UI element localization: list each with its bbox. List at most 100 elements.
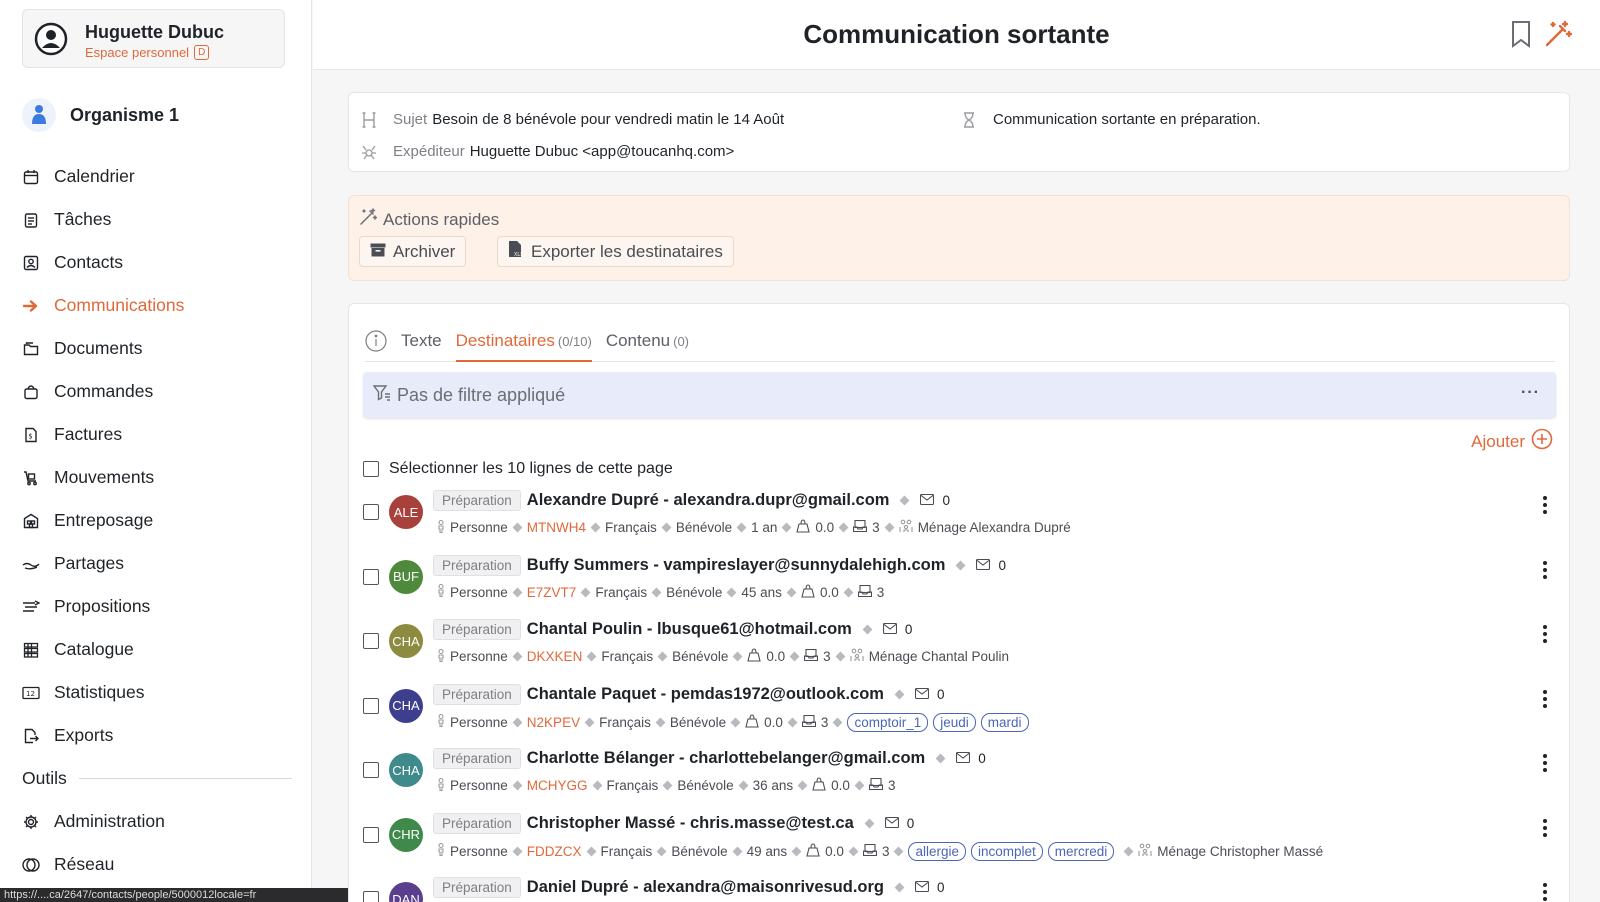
row-checkbox[interactable]	[363, 504, 379, 520]
sidebar-item-documents[interactable]: Documents	[22, 327, 292, 370]
row-menu-icon[interactable]	[1543, 687, 1547, 711]
sidebar-item-reseau[interactable]: Réseau	[22, 843, 292, 886]
household[interactable]: Ménage Christopher Massé	[1157, 844, 1323, 859]
item-count: 3	[820, 714, 829, 730]
household-icon	[1138, 843, 1152, 860]
household-icon	[850, 648, 864, 665]
org-switcher[interactable]: Organisme 1	[22, 98, 179, 132]
age: 45 ans	[741, 584, 782, 600]
select-all-row[interactable]: Sélectionner les 10 lignes de cette page	[363, 460, 673, 478]
recipient-name[interactable]: Christopher Massé - chris.masse@test.ca	[527, 814, 854, 833]
archive-button[interactable]: Archiver	[359, 236, 467, 267]
list-item[interactable]: CHA Préparation Chantal Poulin - lbusque…	[349, 616, 1571, 681]
tag-chip[interactable]: mercredi	[1047, 841, 1115, 861]
row-checkbox[interactable]	[363, 762, 379, 778]
row-checkbox[interactable]	[363, 568, 379, 585]
status-badge: Préparation	[433, 877, 521, 898]
sidebar-item-mouvements[interactable]: Mouvements	[22, 456, 292, 499]
row-menu-icon[interactable]	[1543, 880, 1547, 902]
row-menu-icon[interactable]	[1543, 622, 1547, 646]
contact-code[interactable]: DKXKEN	[527, 649, 583, 664]
household[interactable]: Ménage Alexandra Dupré	[918, 520, 1071, 535]
invoice-icon: $	[22, 426, 40, 444]
sidebar-item-contacts[interactable]: Contacts	[22, 241, 292, 284]
sidebar-item-catalogue[interactable]: Catalogue	[22, 628, 292, 671]
row-checkbox[interactable]	[363, 633, 379, 649]
row-menu-icon[interactable]	[1543, 558, 1547, 582]
sidebar-item-statistiques[interactable]: 12 Statistiques	[22, 671, 292, 714]
filter-bar[interactable]: Pas de filtre appliqué ···	[363, 372, 1556, 418]
contact-code[interactable]: N2KPEV	[527, 715, 580, 730]
contact-code[interactable]: MCHYGG	[527, 778, 588, 793]
tab-contenu[interactable]: Contenu (0)	[606, 324, 689, 362]
contact-code[interactable]: MTNWH4	[527, 520, 586, 535]
recipient-name[interactable]: Daniel Dupré - alexandra@maisonrivesud.o…	[527, 878, 884, 897]
row-menu-icon[interactable]	[1543, 493, 1547, 517]
mail-count: 0	[937, 880, 945, 895]
bookmark-icon[interactable]	[1510, 20, 1532, 53]
recipient-name[interactable]: Buffy Summers - vampireslayer@sunnydaleh…	[527, 556, 946, 575]
more-options-icon[interactable]: ···	[1521, 384, 1540, 402]
user-space[interactable]: Espace personnel D	[85, 45, 210, 60]
list-item[interactable]: ALE Préparation Alexandre Dupré - alexan…	[349, 487, 1571, 552]
recipient-name[interactable]: Chantale Paquet - pemdas1972@outlook.com	[527, 685, 884, 704]
user-card[interactable]: Huguette Dubuc Espace personnel D	[22, 9, 285, 68]
sidebar-item-taches[interactable]: Tâches	[22, 198, 292, 241]
magic-wand-icon[interactable]	[1544, 20, 1573, 53]
nav-section-label: Outils	[22, 768, 67, 788]
sidebar-item-exports[interactable]: Exports	[22, 714, 292, 757]
age: 1 an	[751, 520, 778, 535]
language: Français	[599, 714, 651, 730]
envelope-icon	[914, 687, 930, 702]
separator-dot	[651, 587, 662, 597]
role: Bénévole	[669, 714, 727, 730]
sidebar-item-label: Factures	[54, 424, 123, 444]
tag-chip[interactable]: mardi	[980, 712, 1029, 732]
shopping-bag-icon	[22, 383, 40, 401]
recipient-name[interactable]: Chantal Poulin - lbusque61@hotmail.com	[527, 620, 852, 639]
recipient-name[interactable]: Charlotte Bélanger - charlottebelanger@g…	[527, 749, 925, 768]
sidebar: Huguette Dubuc Espace personnel D Organi…	[0, 0, 312, 902]
list-item[interactable]: CHA Préparation Chantale Paquet - pemdas…	[349, 681, 1571, 746]
communication-info-card: Sujet Besoin de 8 bénévole pour vendredi…	[348, 92, 1570, 172]
sidebar-item-partages[interactable]: Partages	[22, 542, 292, 585]
add-recipient-button[interactable]: Ajouter	[1471, 428, 1553, 455]
select-all-checkbox[interactable]	[363, 461, 379, 477]
contact-code[interactable]: E7ZVT7	[527, 585, 577, 600]
row-checkbox[interactable]	[363, 891, 379, 902]
row-menu-icon[interactable]	[1543, 751, 1547, 775]
sidebar-item-communications[interactable]: Communications	[22, 284, 292, 327]
add-label: Ajouter	[1471, 431, 1525, 451]
recipient-name[interactable]: Alexandre Dupré - alexandra.dupr@gmail.c…	[527, 491, 890, 510]
score: 0.0	[766, 649, 786, 664]
tag-chip[interactable]: allergie	[908, 841, 966, 861]
list-item[interactable]: CHR Préparation Christopher Massé - chri…	[349, 810, 1571, 875]
sidebar-item-administration[interactable]: Administration	[22, 800, 292, 843]
list-item[interactable]: CHA Préparation Charlotte Bélanger - cha…	[349, 745, 1571, 810]
export-label: Exporter les destinataires	[531, 241, 723, 261]
sidebar-item-calendrier[interactable]: Calendrier	[22, 155, 292, 198]
bag-icon	[745, 713, 759, 731]
tag-chip[interactable]: incomplet	[970, 841, 1043, 861]
sidebar-item-entreposage[interactable]: Entreposage	[22, 499, 292, 542]
info-icon[interactable]	[365, 324, 387, 357]
sidebar-item-factures[interactable]: $ Factures	[22, 413, 292, 456]
export-recipients-button[interactable]: XLS Exporter les destinataires	[497, 236, 734, 267]
sender-value: Huguette Dubuc <app@toucanhq.com>	[469, 143, 735, 160]
row-menu-icon[interactable]	[1543, 816, 1547, 840]
tag-chip[interactable]: jeudi	[933, 712, 976, 732]
row-checkbox[interactable]	[363, 826, 379, 843]
tag-chip[interactable]: comptoir_1	[847, 712, 929, 732]
contact-code[interactable]: FDDZCX	[527, 844, 582, 859]
recipient-list: ALE Préparation Alexandre Dupré - alexan…	[349, 487, 1571, 902]
list-item[interactable]: BUF Préparation Buffy Summers - vampires…	[349, 552, 1571, 617]
sidebar-item-label: Exports	[54, 725, 114, 745]
sidebar-item-propositions[interactable]: Propositions	[22, 585, 292, 628]
tab-destinataires[interactable]: Destinataires (0/10)	[455, 324, 592, 362]
row-checkbox[interactable]	[363, 697, 379, 714]
sidebar-item-commandes[interactable]: Commandes	[22, 370, 292, 413]
separator-dot	[586, 651, 597, 662]
tab-texte[interactable]: Texte	[401, 324, 442, 362]
household[interactable]: Ménage Chantal Poulin	[869, 649, 1009, 664]
list-item[interactable]: DAN Préparation Daniel Dupré - alexandra…	[349, 874, 1571, 902]
